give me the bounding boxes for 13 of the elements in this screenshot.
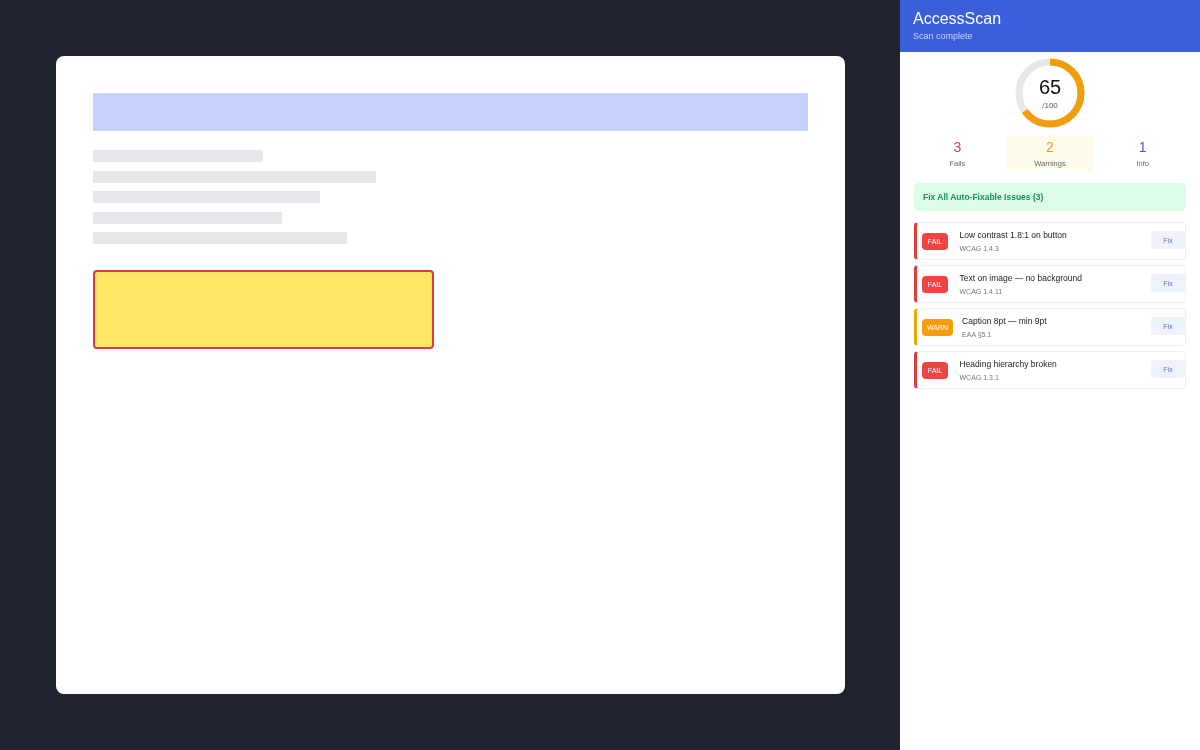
issue-title: Caption 8pt — min 9pt [962,316,1048,326]
issue-title: Heading hierarchy broken [959,359,1058,369]
score-value: 65 [1038,76,1062,99]
stat-count: 2 [1046,139,1054,155]
score-max: /100 [1042,101,1058,110]
stat-count: 1 [1138,139,1147,155]
issue-title: Low contrast 1.8:1 on button [959,230,1068,240]
issue-title: Text on image — no background [959,273,1083,283]
fix-all-button[interactable]: Fix All Auto-Fixable Issues (3) [914,183,1186,211]
panel-title: AccessScan [913,10,1003,28]
stat-count: 3 [953,139,962,155]
panel-subtitle: Scan complete [913,31,974,41]
score-ring [1014,57,1086,129]
